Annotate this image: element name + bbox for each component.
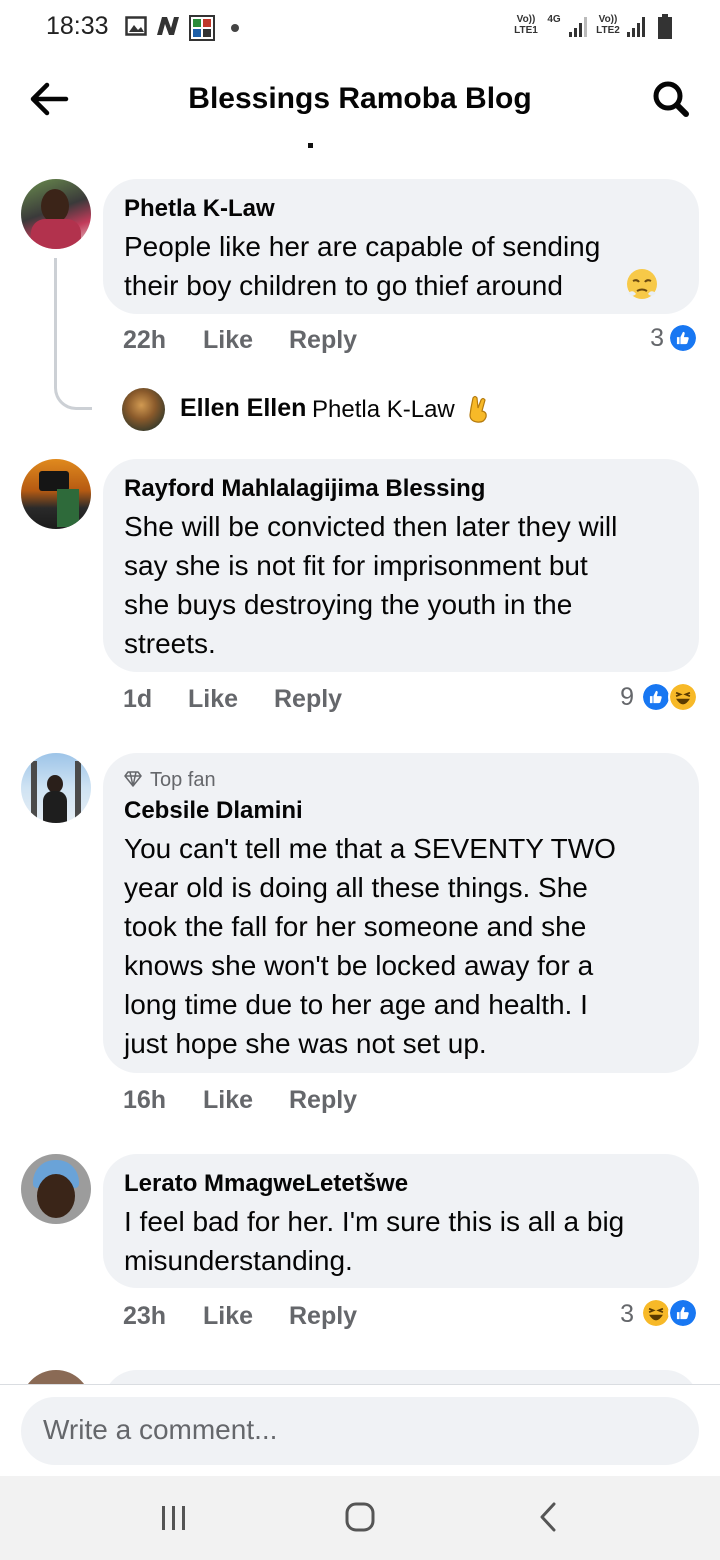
signal-2-icon <box>627 17 645 37</box>
comment-time: 16h <box>123 1086 167 1114</box>
top-fan-badge: Top fan <box>150 769 216 791</box>
reply-button[interactable]: Reply <box>289 1086 357 1115</box>
comment-composer: Write a comment... <box>0 1384 720 1476</box>
home-button[interactable] <box>330 1496 390 1540</box>
chevron-left-icon <box>540 1502 556 1532</box>
screen: 18:33 Vo)) LTE1 4G Vo)) LTE2 Blessings R… <box>0 0 720 1560</box>
comment-input-placeholder: Write a comment... <box>43 1414 278 1445</box>
diamond-icon <box>124 771 142 787</box>
home-icon <box>345 1502 375 1532</box>
recent-apps-button[interactable] <box>144 1496 204 1540</box>
comment-text: You can't tell me that a SEVENTY TWO yea… <box>124 833 616 1059</box>
like-button[interactable]: Like <box>188 685 238 714</box>
comment-time: 23h <box>123 1302 167 1330</box>
like-button[interactable]: Like <box>203 1302 253 1331</box>
comment-author[interactable]: Phetla K-Law <box>124 195 275 223</box>
comment-bubble[interactable]: Rayford Mahlalagijima Blessing She will … <box>103 459 699 672</box>
like-reaction-icon <box>668 323 698 353</box>
comment-text: I feel bad for her. I'm sure this is all… <box>124 1206 625 1276</box>
network-type: 4G <box>547 14 561 25</box>
reply-button[interactable]: Reply <box>289 326 357 355</box>
comment-input[interactable]: Write a comment... <box>21 1397 699 1465</box>
nfc-icon <box>157 17 179 35</box>
comment-author[interactable]: Rayford Mahlalagijima Blessing <box>124 475 485 503</box>
triumph-face-emoji <box>627 269 657 299</box>
notification-dot <box>231 24 239 32</box>
avatar[interactable] <box>21 459 91 529</box>
sim2-label: Vo)) LTE2 <box>596 14 620 36</box>
like-button[interactable]: Like <box>203 326 253 355</box>
thread-connector <box>54 258 92 410</box>
system-nav-bar <box>0 1476 720 1560</box>
app-header: Blessings Ramoba Blog <box>0 56 720 142</box>
haha-reaction-icon <box>668 682 698 712</box>
reaction-count[interactable]: 9 <box>598 683 634 712</box>
comment-author[interactable]: Lerato MmagweLetetšwe <box>124 1170 408 1198</box>
avatar[interactable] <box>21 1154 91 1224</box>
reaction-count[interactable]: 3 <box>598 1300 634 1329</box>
app-icon <box>189 15 215 41</box>
recent-apps-icon <box>162 1506 185 1530</box>
comment-time: 22h <box>123 326 167 354</box>
like-reaction-icon <box>641 682 671 712</box>
reply-mention: Phetla K-Law <box>312 396 455 423</box>
reply-button[interactable]: Reply <box>289 1302 357 1331</box>
crossed-fingers-emoji <box>469 395 487 423</box>
search-icon <box>653 81 689 117</box>
gallery-icon <box>125 16 147 36</box>
avatar[interactable] <box>21 179 91 249</box>
back-nav-button[interactable] <box>518 1496 578 1540</box>
comment-time: 1d <box>123 685 153 713</box>
comment-bubble[interactable]: Phetla K-Law People like her are capable… <box>103 179 699 314</box>
comment-bubble[interactable]: Top fan Cebsile Dlamini You can't tell m… <box>103 753 699 1073</box>
comment-text: People like her are capable of sending t… <box>124 231 601 301</box>
comment-author[interactable]: Cebsile Dlamini <box>124 797 303 825</box>
like-button[interactable]: Like <box>203 1086 253 1115</box>
like-reaction-icon <box>668 1298 698 1328</box>
reply-avatar[interactable] <box>122 388 165 431</box>
reaction-count[interactable]: 3 <box>628 324 664 353</box>
sim1-label: Vo)) LTE1 <box>514 14 538 36</box>
haha-reaction-icon <box>641 1298 671 1328</box>
comment-bubble[interactable]: Lerato MmagweLetetšwe I feel bad for her… <box>103 1154 699 1288</box>
avatar[interactable] <box>21 753 91 823</box>
page-title: Blessings Ramoba Blog <box>188 82 532 115</box>
reply-author[interactable]: Ellen Ellen <box>180 394 306 423</box>
battery-icon <box>658 14 672 39</box>
search-button[interactable] <box>648 78 694 120</box>
signal-1-icon <box>569 17 587 37</box>
scroll-indicator <box>308 143 313 148</box>
status-bar: 18:33 Vo)) LTE1 4G Vo)) LTE2 <box>0 0 720 56</box>
reply-button[interactable]: Reply <box>274 685 342 714</box>
status-time: 18:33 <box>46 12 109 40</box>
comment-text: She will be convicted then later they wi… <box>124 511 618 659</box>
